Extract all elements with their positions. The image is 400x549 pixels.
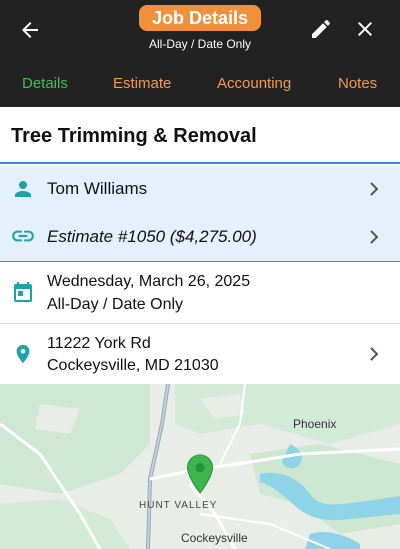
calendar-icon: [10, 279, 36, 305]
map-view[interactable]: Phoenix HUNT VALLEY Cockeysville: [0, 384, 400, 549]
chevron-right-icon: [366, 229, 382, 245]
tab-details[interactable]: Details: [22, 75, 68, 92]
estimate-row[interactable]: Estimate #1050 ($4,275.00): [0, 213, 400, 261]
edit-button[interactable]: [306, 14, 336, 44]
customer-name: Tom Williams: [47, 179, 148, 198]
estimate-link: Estimate #1050 ($4,275.00): [47, 227, 257, 246]
chevron-right-icon: [366, 346, 382, 362]
address-line2: Cockeysville, MD 21030: [47, 357, 219, 374]
job-title: Tree Trimming & Removal: [11, 125, 257, 147]
tab-notes[interactable]: Notes: [338, 75, 377, 92]
schedule-date: Wednesday, March 26, 2025: [47, 273, 251, 290]
schedule-time: All-Day / Date Only: [47, 296, 184, 313]
location-pin-icon: [10, 341, 36, 367]
tab-bar: Details Estimate Accounting Notes: [0, 60, 400, 107]
map-label-phoenix: Phoenix: [293, 417, 337, 431]
address-line1: 11222 York Rd: [47, 335, 151, 352]
app-header: Job Details All-Day / Date Only: [0, 0, 400, 60]
map-marker-icon[interactable]: [186, 454, 214, 494]
map-label-cockeysville: Cockeysville: [181, 531, 248, 545]
map-label-hunt-valley: HUNT VALLEY: [139, 500, 218, 511]
close-icon: [358, 22, 372, 36]
tab-estimate[interactable]: Estimate: [113, 75, 171, 92]
person-icon: [10, 176, 36, 202]
tab-accounting[interactable]: Accounting: [217, 75, 291, 92]
customer-row[interactable]: Tom Williams: [0, 166, 400, 213]
link-icon: [10, 223, 36, 249]
close-button[interactable]: [350, 14, 380, 44]
address-row[interactable]: 11222 York Rd Cockeysville, MD 21030: [0, 324, 400, 384]
chevron-right-icon: [366, 181, 382, 197]
page-subtitle: All-Day / Date Only: [148, 37, 252, 51]
pencil-icon: [312, 20, 330, 38]
job-title-row: Tree Trimming & Removal: [0, 107, 400, 164]
schedule-row: Wednesday, March 26, 2025 All-Day / Date…: [0, 262, 400, 323]
page-title: Job Details: [139, 5, 261, 31]
